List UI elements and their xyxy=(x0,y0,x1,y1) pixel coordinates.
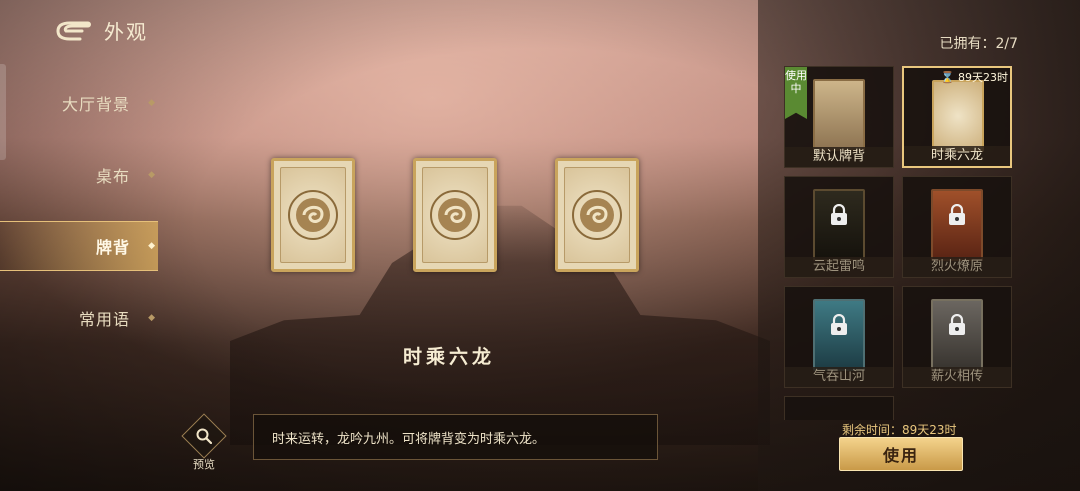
card-back-item-partial[interactable] xyxy=(784,396,894,420)
chevron-right-icon: ◆ xyxy=(148,98,156,108)
dragon-emblem-icon xyxy=(430,190,480,240)
search-icon xyxy=(196,428,212,444)
description-box: 时来运转，龙吟九州。可将牌背变为时乘六龙。 xyxy=(253,414,658,460)
back-arrow-icon[interactable] xyxy=(54,20,92,42)
remaining-time: 剩余时间：89天23时 xyxy=(842,423,957,437)
sidebar-item-label: 常用语 xyxy=(78,310,130,329)
card-back-name: 时乘六龙 xyxy=(904,146,1010,166)
sidebar-item-lobby-background[interactable]: 大厅背景 ◆ xyxy=(0,78,158,128)
card-back-item-yunqileiming[interactable]: 云起雷鸣 xyxy=(784,176,894,278)
sidebar: 大厅背景 ◆ 桌布 ◆ 牌背 ◆ 常用语 ◆ xyxy=(0,68,160,368)
lock-icon xyxy=(948,313,966,340)
description-text: 时来运转，龙吟九州。可将牌背变为时乘六龙。 xyxy=(272,431,546,447)
timer-text: 89天23时 xyxy=(958,71,1008,84)
use-button[interactable]: 使用 xyxy=(839,437,963,471)
deck-name: 时乘六龙 xyxy=(403,346,496,368)
sidebar-item-label: 大厅背景 xyxy=(61,95,130,114)
timer-badge: ⌛ 89天23时 xyxy=(941,69,1008,85)
in-use-badge: 使用中 xyxy=(785,67,807,119)
card-back-item-liehuoliaoyuan[interactable]: 烈火燎原 xyxy=(902,176,1012,278)
page-title: 外观 xyxy=(104,20,148,44)
lock-icon xyxy=(830,203,848,230)
chevron-right-icon: ◆ xyxy=(148,241,156,251)
chevron-right-icon: ◆ xyxy=(148,170,156,180)
card-back-name: 薪火相传 xyxy=(903,367,1011,387)
preview-card-3 xyxy=(555,158,639,272)
hourglass-icon: ⌛ xyxy=(940,71,955,84)
card-back-name: 烈火燎原 xyxy=(903,257,1011,277)
card-back-item-qitunshanhe[interactable]: 气吞山河 xyxy=(784,286,894,388)
card-back-thumbnail xyxy=(813,79,865,151)
sidebar-item-card-back[interactable]: 牌背 ◆ xyxy=(0,221,158,271)
chevron-right-icon: ◆ xyxy=(148,313,156,323)
card-back-name: 默认牌背 xyxy=(785,147,893,167)
preview-button-frame xyxy=(181,413,227,459)
preview-card-1 xyxy=(271,158,355,272)
lock-icon xyxy=(948,203,966,230)
card-back-item-shichengliulong[interactable]: ⌛ 89天23时 时乘六龙 xyxy=(902,66,1012,168)
sidebar-item-label: 牌背 xyxy=(95,238,130,257)
sidebar-item-label: 桌布 xyxy=(95,167,130,186)
dragon-emblem-icon xyxy=(288,190,338,240)
card-back-item-default[interactable]: 使用中 默认牌背 xyxy=(784,66,894,168)
preview-card-2 xyxy=(413,158,497,272)
owned-count: 已拥有：2/7 xyxy=(939,36,1018,52)
card-back-item-xinhuoxiangchuan[interactable]: 薪火相传 xyxy=(902,286,1012,388)
header: 外观 xyxy=(54,16,148,45)
sidebar-item-tablecloth[interactable]: 桌布 ◆ xyxy=(0,150,158,200)
sidebar-item-common-phrases[interactable]: 常用语 ◆ xyxy=(0,293,158,343)
card-back-name: 云起雷鸣 xyxy=(785,257,893,277)
lock-icon xyxy=(830,313,848,340)
card-back-thumbnail xyxy=(932,80,984,152)
preview-button[interactable]: 预览 xyxy=(181,413,227,472)
card-back-name: 气吞山河 xyxy=(785,367,893,387)
dragon-emblem-icon xyxy=(572,190,622,240)
